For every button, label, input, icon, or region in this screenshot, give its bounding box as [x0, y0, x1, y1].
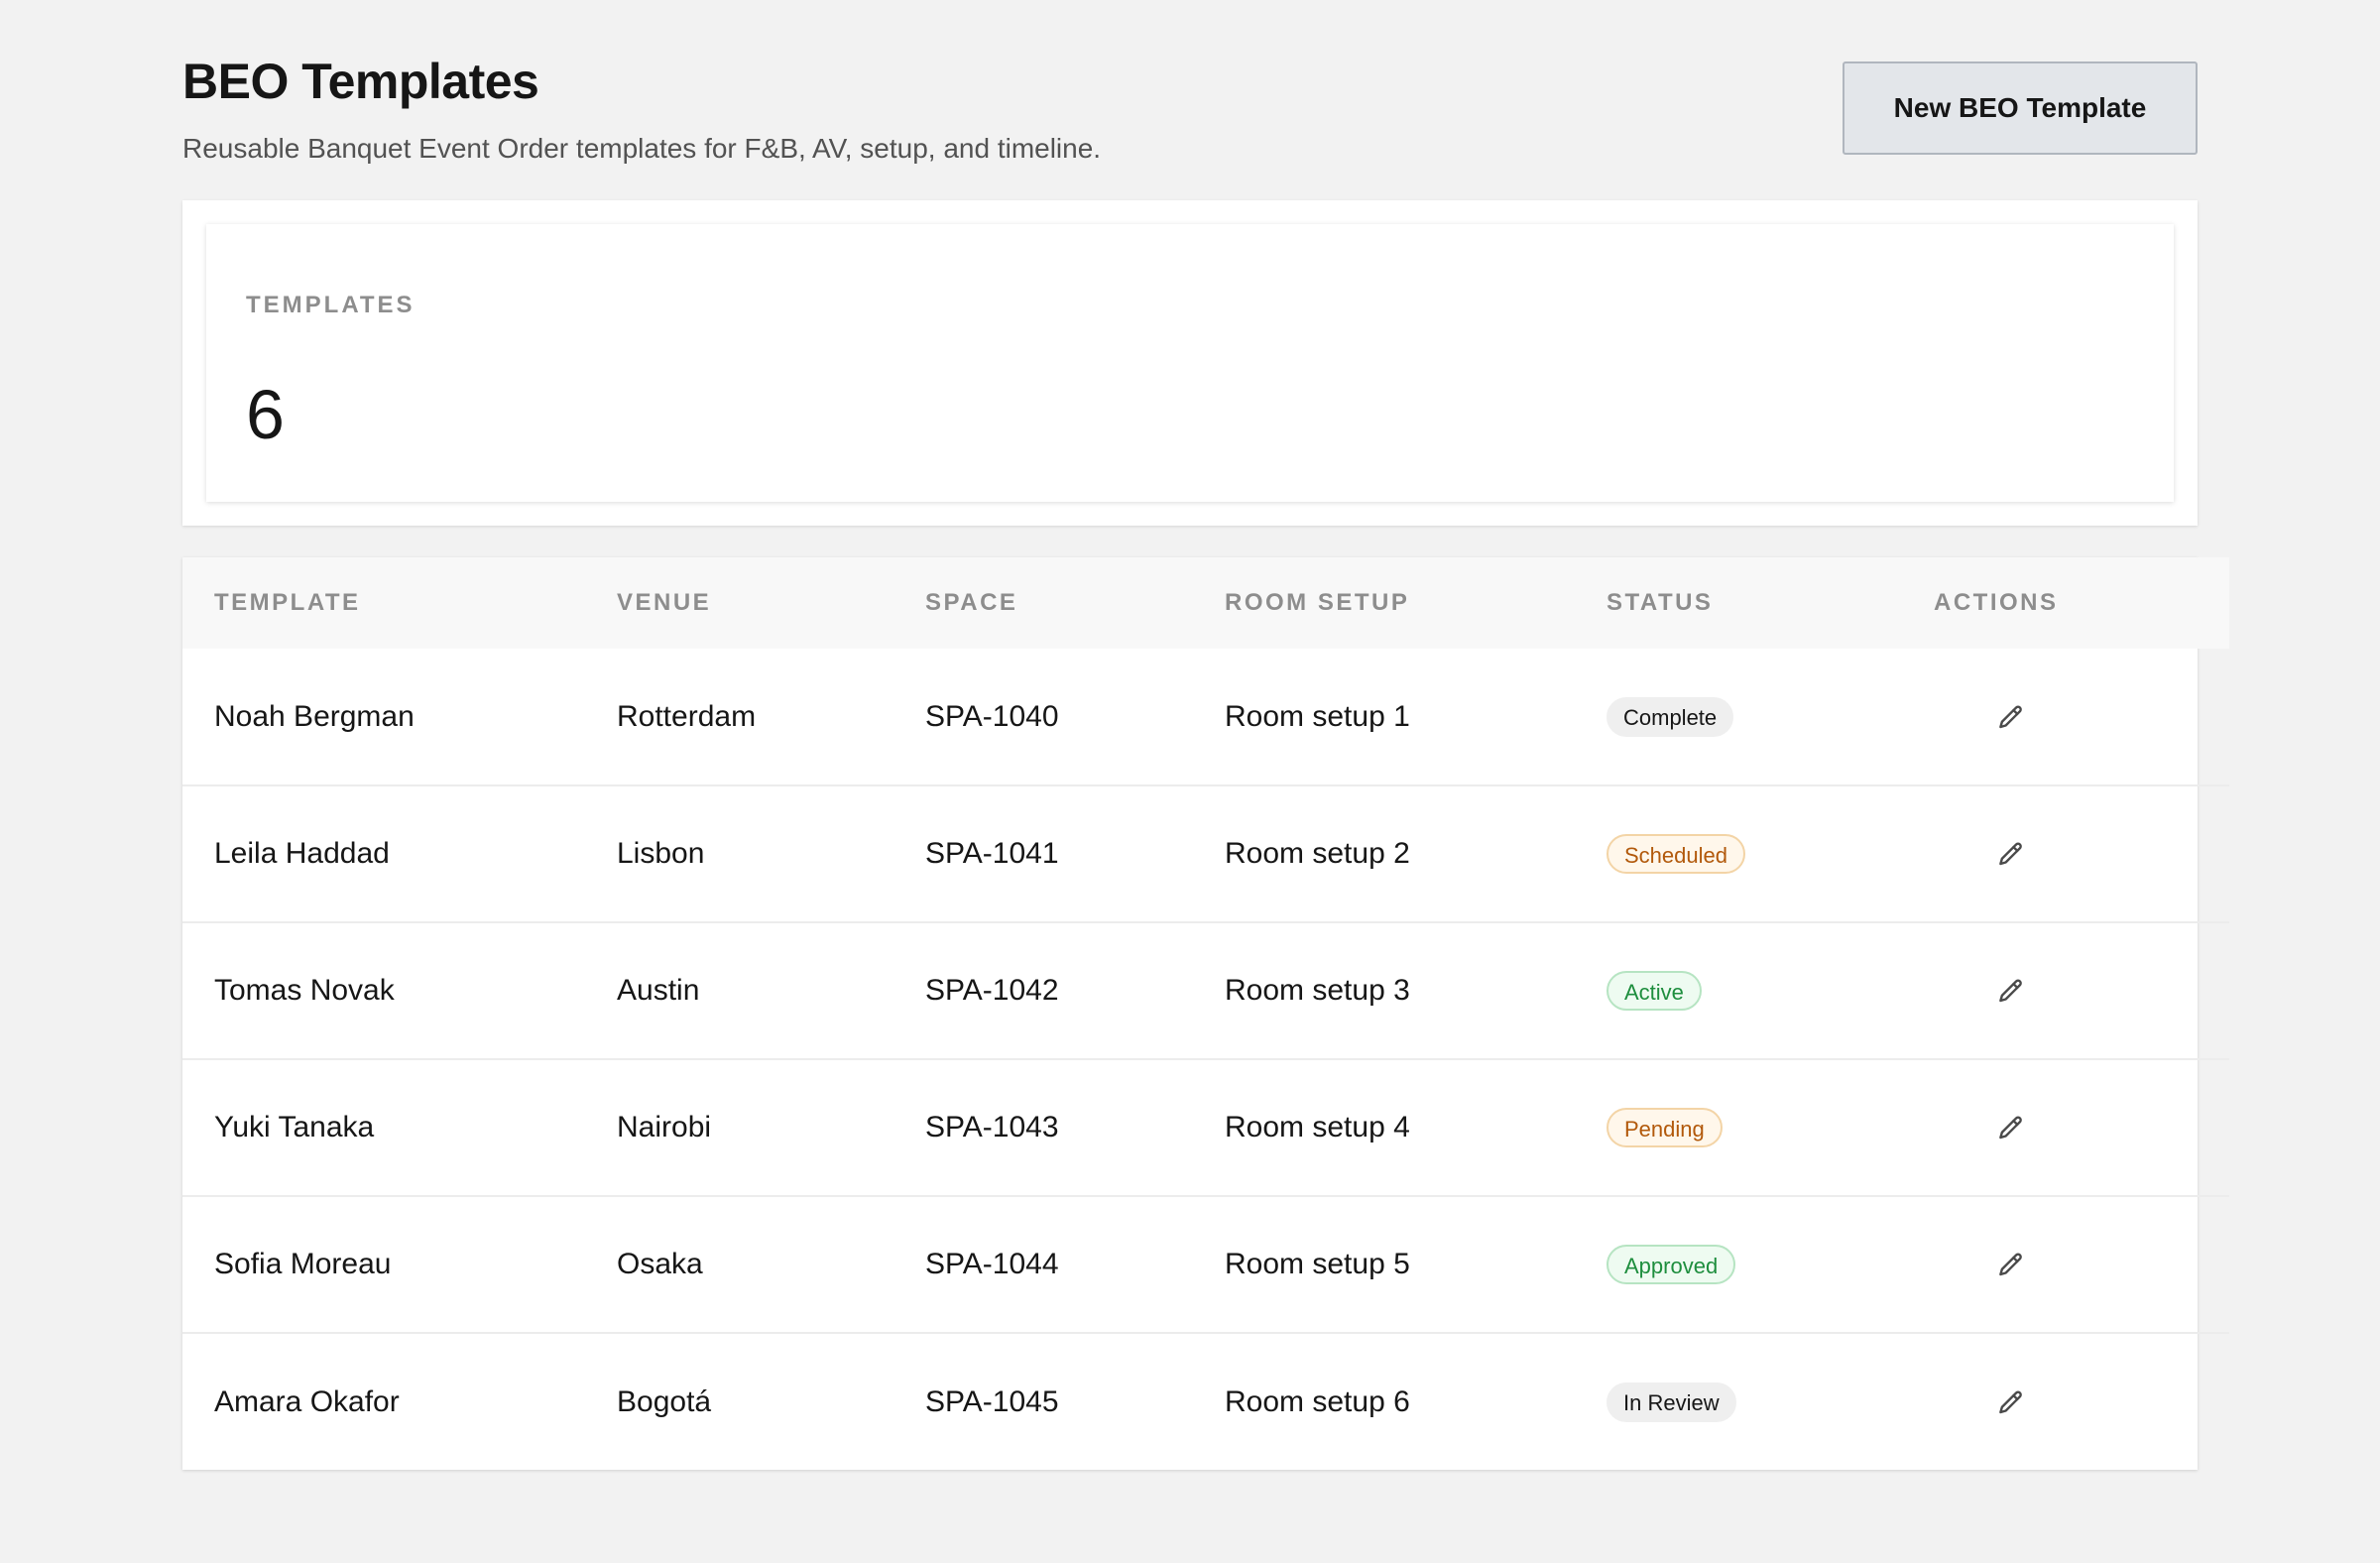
space-cell: SPA-1042: [925, 974, 1059, 1007]
table-row[interactable]: Amara Okafor Bogotá SPA-1045 Room setup …: [182, 1333, 2229, 1470]
room-setup-cell: Room setup 4: [1225, 1111, 1410, 1143]
templates-stat-card: TEMPLATES 6: [206, 224, 2174, 502]
venue-cell: Osaka: [617, 1248, 703, 1280]
template-name-cell: Tomas Novak: [214, 974, 395, 1007]
pencil-icon[interactable]: [1995, 1251, 2025, 1280]
page-subtitle: Reusable Banquet Event Order templates f…: [182, 133, 1102, 164]
column-header-template: TEMPLATE: [214, 589, 361, 616]
content-container: BEO Templates Reusable Banquet Event Ord…: [182, 0, 2229, 1470]
template-name-cell: Noah Bergman: [214, 699, 415, 733]
venue-cell: Rotterdam: [617, 699, 757, 733]
actions-cell: [1934, 1059, 2229, 1196]
table-body: Noah Bergman Rotterdam SPA-1040 Room set…: [182, 649, 2229, 1470]
table-row[interactable]: Yuki Tanaka Nairobi SPA-1043 Room setup …: [182, 1059, 2229, 1196]
room-setup-cell: Room setup 1: [1225, 699, 1410, 733]
template-name-cell: Sofia Moreau: [214, 1248, 392, 1280]
actions-cell: [1934, 1333, 2229, 1470]
table-header-row: TEMPLATE VENUE SPACE ROOM SETUP STATUS A…: [182, 557, 2229, 649]
pencil-icon[interactable]: [1995, 1114, 2025, 1143]
room-setup-cell: Room setup 6: [1225, 1384, 1410, 1418]
templates-table-card: TEMPLATE VENUE SPACE ROOM SETUP STATUS A…: [182, 557, 2229, 1470]
space-cell: SPA-1045: [925, 1384, 1059, 1418]
table-row[interactable]: Tomas Novak Austin SPA-1042 Room setup 3…: [182, 922, 2229, 1059]
pencil-icon[interactable]: [1995, 840, 2025, 870]
status-badge: Pending: [1606, 1108, 1723, 1147]
table-header: TEMPLATE VENUE SPACE ROOM SETUP STATUS A…: [182, 557, 2229, 649]
pencil-icon[interactable]: [1995, 703, 2025, 733]
status-cell: Complete: [1606, 649, 1934, 785]
space-cell: SPA-1043: [925, 1111, 1059, 1143]
room-setup-cell: Room setup 5: [1225, 1248, 1410, 1280]
space-cell: SPA-1040: [925, 699, 1059, 733]
table-row[interactable]: Sofia Moreau Osaka SPA-1044 Room setup 5…: [182, 1196, 2229, 1333]
stat-value: 6: [246, 376, 285, 453]
column-header-space: SPACE: [925, 589, 1018, 616]
template-name-cell: Leila Haddad: [214, 837, 390, 870]
template-name-cell: Yuki Tanaka: [214, 1111, 375, 1143]
status-cell: In Review: [1606, 1333, 1934, 1470]
new-beo-template-button[interactable]: New BEO Template: [1843, 61, 2198, 155]
status-cell: Approved: [1606, 1196, 1934, 1333]
actions-cell: [1934, 922, 2229, 1059]
venue-cell: Nairobi: [617, 1111, 712, 1143]
stats-panel: TEMPLATES 6: [182, 200, 2198, 526]
status-badge: In Review: [1606, 1382, 1736, 1422]
status-badge: Scheduled: [1606, 834, 1745, 874]
room-setup-cell: Room setup 3: [1225, 974, 1410, 1007]
template-name-cell: Amara Okafor: [214, 1384, 400, 1418]
status-cell: Active: [1606, 922, 1934, 1059]
actions-cell: [1934, 1196, 2229, 1333]
table-row[interactable]: Noah Bergman Rotterdam SPA-1040 Room set…: [182, 649, 2229, 785]
page-header: BEO Templates Reusable Banquet Event Ord…: [182, 0, 2198, 200]
page: BEO Templates Reusable Banquet Event Ord…: [0, 0, 2380, 1563]
actions-cell: [1934, 785, 2229, 922]
status-cell: Scheduled: [1606, 785, 1934, 922]
column-header-room-setup: ROOM SETUP: [1225, 589, 1410, 616]
stat-label: TEMPLATES: [246, 292, 416, 318]
status-badge: Active: [1606, 971, 1702, 1011]
actions-cell: [1934, 649, 2229, 785]
venue-cell: Lisbon: [617, 837, 705, 870]
templates-table: TEMPLATE VENUE SPACE ROOM SETUP STATUS A…: [182, 557, 2229, 1470]
space-cell: SPA-1041: [925, 837, 1059, 870]
room-setup-cell: Room setup 2: [1225, 837, 1410, 870]
status-badge: Approved: [1606, 1245, 1736, 1284]
table-row[interactable]: Leila Haddad Lisbon SPA-1041 Room setup …: [182, 785, 2229, 922]
venue-cell: Austin: [617, 974, 700, 1007]
pencil-icon[interactable]: [1995, 977, 2025, 1007]
column-header-status: STATUS: [1606, 589, 1714, 616]
status-badge: Complete: [1606, 696, 1734, 737]
venue-cell: Bogotá: [617, 1384, 712, 1418]
column-header-actions: ACTIONS: [1934, 589, 2059, 616]
column-header-venue: VENUE: [617, 589, 712, 616]
space-cell: SPA-1044: [925, 1248, 1059, 1280]
page-title: BEO Templates: [182, 54, 539, 109]
status-cell: Pending: [1606, 1059, 1934, 1196]
pencil-icon[interactable]: [1995, 1388, 2025, 1418]
